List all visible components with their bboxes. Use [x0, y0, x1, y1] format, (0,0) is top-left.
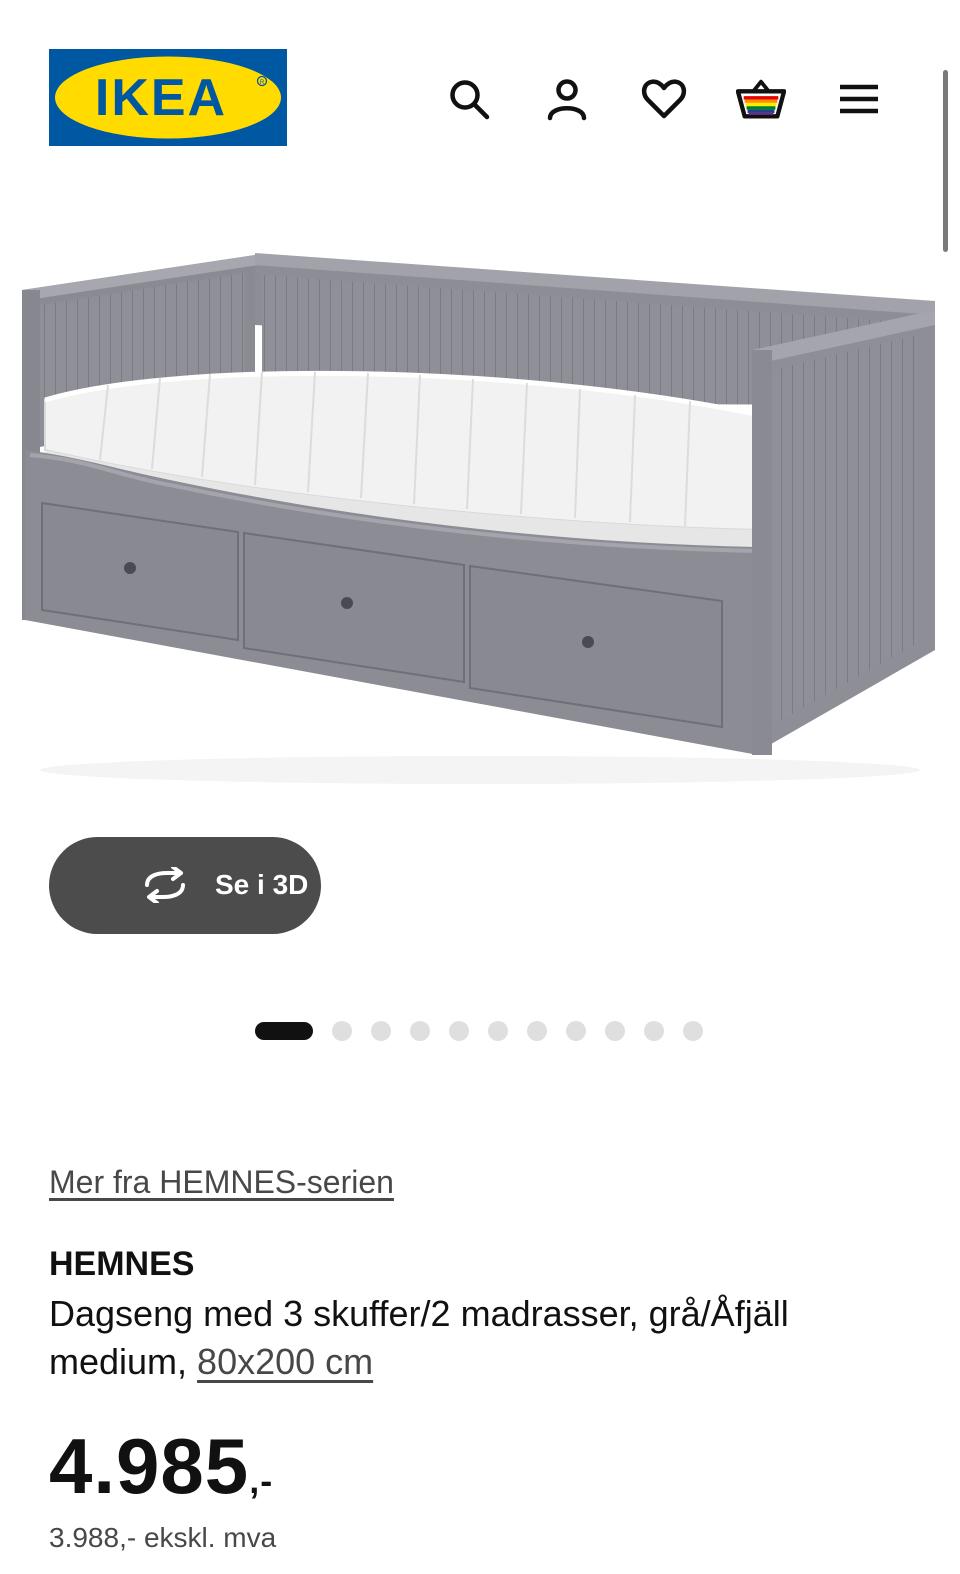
- gallery-dot[interactable]: [449, 1021, 469, 1041]
- site-header: IKEA R: [0, 0, 960, 180]
- product-image[interactable]: [0, 235, 960, 795]
- size-link[interactable]: 80x200 cm: [197, 1341, 373, 1382]
- gallery-dot[interactable]: [644, 1021, 664, 1041]
- gallery-dot[interactable]: [605, 1021, 625, 1041]
- svg-text:R: R: [260, 80, 265, 86]
- product-description: Dagseng med 3 skuffer/2 madrasser, grå/Å…: [49, 1290, 929, 1386]
- gallery-dot[interactable]: [371, 1021, 391, 1041]
- gallery-dot[interactable]: [683, 1021, 703, 1041]
- series-link[interactable]: Mer fra HEMNES-serien: [49, 1162, 394, 1202]
- basket-icon[interactable]: [736, 74, 786, 124]
- gallery-dot[interactable]: [488, 1021, 508, 1041]
- gallery-pagination: [255, 1021, 722, 1041]
- view-3d-button[interactable]: Se i 3D: [49, 837, 321, 934]
- account-icon[interactable]: [542, 74, 592, 124]
- heart-icon[interactable]: [639, 74, 689, 124]
- product-price: 4.985,-: [49, 1418, 273, 1529]
- price-value: 4.985: [49, 1422, 250, 1510]
- gallery-dot-active[interactable]: [255, 1022, 313, 1040]
- page-scrollbar[interactable]: [943, 70, 948, 252]
- ikea-logo[interactable]: IKEA R: [49, 49, 287, 146]
- product-name: HEMNES: [49, 1245, 195, 1283]
- price-suffix: ,-: [249, 1460, 274, 1501]
- price-excl-vat: 3.988,- ekskl. mva: [49, 1522, 277, 1553]
- logo-text: IKEA: [95, 69, 227, 127]
- menu-icon[interactable]: [834, 74, 884, 124]
- view-3d-label: Se i 3D: [215, 869, 309, 900]
- gallery-dot[interactable]: [332, 1021, 352, 1041]
- gallery-dot[interactable]: [527, 1021, 547, 1041]
- rotate-3d-icon: [145, 867, 185, 903]
- product-description-text: Dagseng med 3 skuffer/2 madrasser, grå/Å…: [49, 1293, 789, 1382]
- gallery-dot[interactable]: [566, 1021, 586, 1041]
- search-icon[interactable]: [444, 74, 494, 124]
- gallery-dot[interactable]: [410, 1021, 430, 1041]
